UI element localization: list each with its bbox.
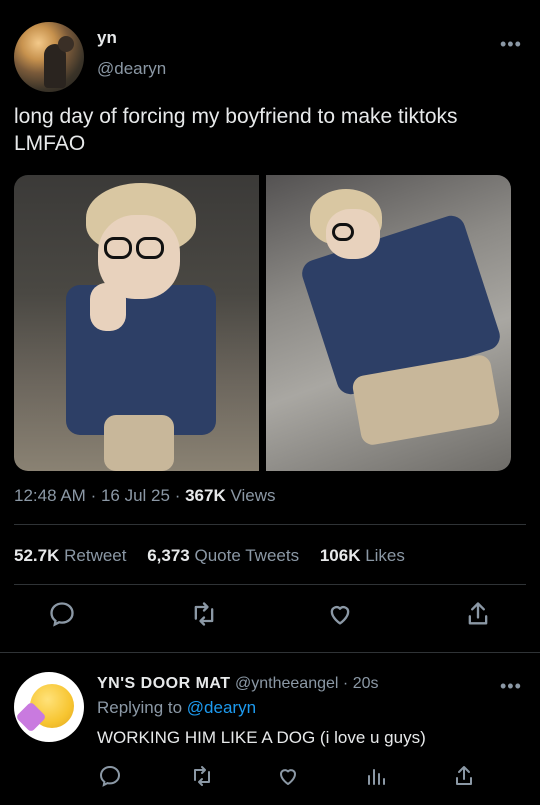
more-icon[interactable]: ••• (500, 34, 522, 55)
replying-to-link[interactable]: @dearyn (187, 698, 256, 717)
likes-count: 106K (319, 546, 361, 565)
divider (0, 652, 540, 653)
tweet-meta: 12:48 AM · 16 Jul 25 · 367K Views (14, 486, 276, 506)
reply-icon[interactable] (48, 600, 76, 628)
views-count: 367K (185, 486, 226, 505)
reply-icon[interactable] (98, 764, 122, 788)
reply-avatar[interactable] (14, 672, 84, 742)
author-avatar[interactable] (14, 22, 84, 92)
like-icon[interactable] (326, 600, 354, 628)
likes-stat[interactable]: 106K Likes (320, 546, 405, 565)
tweet-stats: 52.7K Retweet 6,373 Quote Tweets 106K Li… (14, 546, 405, 566)
avatar-figure-head (58, 36, 74, 52)
share-icon[interactable] (464, 600, 492, 628)
reply-separator: · (342, 675, 353, 692)
photo-glasses (332, 223, 354, 241)
tweet-text: long day of forcing my boyfriend to make… (14, 105, 458, 155)
reply-time[interactable]: 20s (353, 675, 379, 692)
photo-pants (104, 415, 174, 471)
retweets-stat[interactable]: 52.7K Retweet (14, 546, 126, 565)
tweet-time[interactable]: 12:48 AM (14, 486, 86, 505)
meta-separator: · (90, 486, 101, 505)
share-icon[interactable] (452, 764, 476, 788)
retweets-count: 52.7K (14, 546, 60, 565)
tweet-date[interactable]: 16 Jul 25 (101, 486, 170, 505)
quotes-stat[interactable]: 6,373 Quote Tweets (147, 546, 299, 565)
replying-to: Replying to @dearyn (97, 698, 256, 718)
reply-text: WORKING HIM LIKE A DOG (i love u guys) (97, 728, 426, 747)
photo-glasses-left (104, 237, 132, 259)
retweet-icon[interactable] (190, 764, 214, 788)
divider (14, 584, 526, 585)
photo-jacket (66, 285, 216, 435)
replying-prefix: Replying to (97, 698, 183, 717)
likes-label: Likes (365, 546, 405, 565)
quotes-label: Quote Tweets (194, 546, 300, 565)
more-icon[interactable]: ••• (500, 676, 522, 697)
quotes-count: 6,373 (147, 546, 190, 565)
photo-hand (90, 283, 126, 331)
reply-handle[interactable]: @yntheeangel (235, 675, 338, 692)
like-icon[interactable] (276, 764, 300, 788)
reply-header: YN'S DOOR MAT @yntheeangel · 20s (97, 675, 378, 693)
tweet-photo-1[interactable] (14, 175, 259, 471)
reply-display-name[interactable]: YN'S DOOR MAT (97, 675, 231, 692)
tweet-photo-2[interactable] (266, 175, 511, 471)
views-label: Views (230, 486, 276, 505)
meta-separator: · (174, 486, 186, 505)
divider (14, 524, 526, 525)
author-handle[interactable]: @dearyn (97, 59, 166, 79)
analytics-icon[interactable] (364, 764, 388, 788)
retweets-label: Retweet (64, 546, 127, 565)
retweet-icon[interactable] (190, 600, 218, 628)
author-display-name[interactable]: yn (97, 28, 117, 48)
photo-glasses-right (136, 237, 164, 259)
